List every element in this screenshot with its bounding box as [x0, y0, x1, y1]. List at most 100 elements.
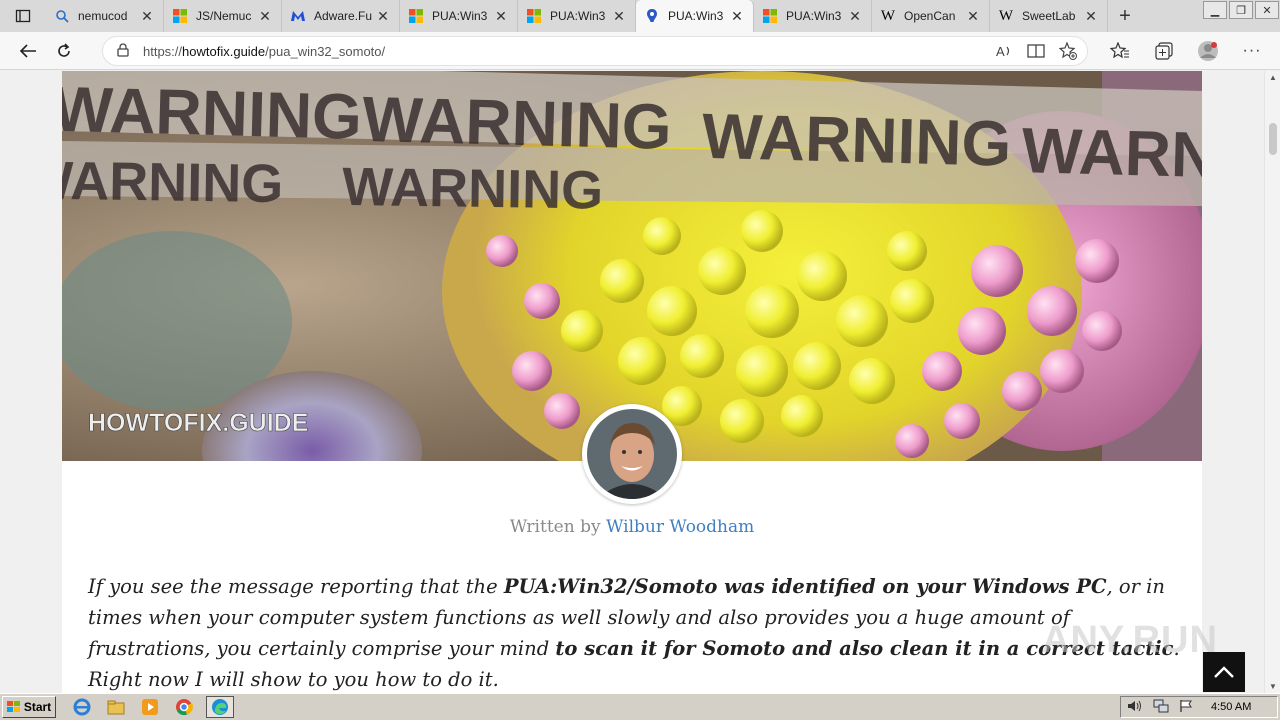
- url-host: howtofix.guide: [182, 43, 266, 59]
- tab-label: PUA:Win3: [432, 9, 488, 23]
- scroll-up-arrow-icon[interactable]: ▲: [1265, 73, 1280, 82]
- tab-label: Adware.Fu: [314, 9, 373, 23]
- collections-button[interactable]: [1142, 33, 1186, 69]
- scroll-down-arrow-icon[interactable]: ▼: [1265, 682, 1280, 691]
- taskbar: Start 4:50 AM: [0, 693, 1280, 720]
- window-controls: ▁ ❐ ✕: [1202, 0, 1280, 20]
- tab-strip: nemucod ✕ JS/Nemuc ✕ Adware.Fu ✕ PUA:Win…: [0, 0, 1280, 32]
- tab-6[interactable]: PUA:Win3 ✕: [754, 0, 872, 32]
- tab-label: nemucod: [78, 9, 128, 23]
- ie-icon[interactable]: [70, 696, 94, 718]
- microsoft-logo-icon: [172, 8, 188, 24]
- intro-paragraph: If you see the message reporting that th…: [88, 571, 1180, 693]
- tab-close-icon[interactable]: ✕: [611, 8, 627, 25]
- chrome-icon[interactable]: [172, 696, 196, 718]
- tab-label: PUA:Win3: [550, 9, 606, 23]
- tab-4[interactable]: PUA:Win3 ✕: [518, 0, 636, 32]
- back-button[interactable]: [10, 33, 46, 69]
- microsoft-logo-icon: [526, 8, 542, 24]
- tab-label: OpenCan: [904, 9, 956, 23]
- favorites-star-icon: [1110, 42, 1129, 59]
- svg-text:WARNING: WARNING: [1021, 114, 1202, 194]
- address-bar[interactable]: https://howtofix.guide/pua_win32_somoto/…: [102, 36, 1088, 66]
- tab-close-icon[interactable]: ✕: [965, 8, 981, 25]
- close-window-button[interactable]: ✕: [1255, 1, 1279, 19]
- svg-text:WARNING: WARNING: [62, 150, 284, 214]
- intro-text-1: If you see the message reporting that th…: [88, 575, 504, 598]
- profile-button[interactable]: [1186, 33, 1230, 69]
- refresh-icon: [58, 42, 70, 57]
- svg-text:A: A: [996, 44, 1005, 59]
- tab-close-icon[interactable]: ✕: [729, 8, 745, 25]
- explorer-folder-icon[interactable]: [104, 696, 128, 718]
- author-avatar[interactable]: [582, 404, 682, 504]
- maximize-button[interactable]: ❐: [1229, 1, 1253, 19]
- tab-close-icon[interactable]: ✕: [847, 8, 863, 25]
- svg-text:WARNING: WARNING: [361, 83, 672, 163]
- address-bar-actions: A: [995, 41, 1077, 63]
- wikipedia-icon: W: [998, 7, 1014, 24]
- settings-more-button[interactable]: ···: [1230, 33, 1274, 69]
- chevron-up-icon: [1214, 666, 1234, 678]
- immersive-reader-icon[interactable]: [1027, 42, 1045, 63]
- howtofix-pin-icon: [644, 8, 660, 24]
- lock-icon[interactable]: [117, 42, 129, 60]
- screen: nemucod ✕ JS/Nemuc ✕ Adware.Fu ✕ PUA:Win…: [0, 0, 1280, 720]
- byline-prefix: Written by: [509, 517, 601, 537]
- volume-icon[interactable]: [1127, 699, 1143, 716]
- address-toolbar: https://howtofix.guide/pua_win32_somoto/…: [0, 32, 1280, 70]
- tab-label: PUA:Win3: [668, 9, 724, 23]
- read-aloud-icon[interactable]: A: [995, 42, 1013, 63]
- tab-close-icon[interactable]: ✕: [375, 8, 391, 25]
- url-prefix: https://: [143, 43, 183, 59]
- tab-5-active[interactable]: PUA:Win3 ✕: [636, 0, 754, 32]
- svg-text:WARNING: WARNING: [342, 157, 604, 221]
- refresh-button[interactable]: [46, 33, 82, 69]
- svg-text:WARNING: WARNING: [701, 100, 1012, 180]
- new-tab-button[interactable]: +: [1108, 0, 1142, 32]
- network-icon[interactable]: [1153, 699, 1169, 716]
- favorites-button[interactable]: [1098, 33, 1142, 69]
- browser-actions: ···: [1098, 32, 1280, 70]
- clock: 4:50 AM: [1211, 701, 1252, 713]
- tab-7[interactable]: W OpenCan ✕: [872, 0, 990, 32]
- anyrun-watermark: ANY.RUN: [1042, 619, 1218, 661]
- plus-icon: +: [1119, 4, 1131, 27]
- add-favorite-icon[interactable]: [1058, 41, 1077, 63]
- article-card: WARNING WARNING WARNING WARNING WARNING …: [62, 71, 1202, 693]
- minimize-button[interactable]: ▁: [1203, 1, 1227, 19]
- start-button[interactable]: Start: [2, 696, 56, 718]
- tab-3[interactable]: PUA:Win3 ✕: [400, 0, 518, 32]
- microsoft-logo-icon: [762, 8, 778, 24]
- tab-0[interactable]: nemucod ✕: [46, 0, 164, 32]
- start-label: Start: [23, 700, 52, 714]
- hero-image: WARNING WARNING WARNING WARNING WARNING …: [62, 71, 1202, 461]
- collections-icon: [1155, 42, 1173, 60]
- tab-actions-icon: [15, 9, 31, 23]
- tab-close-icon[interactable]: ✕: [493, 8, 509, 25]
- url-path: /pua_win32_somoto/: [265, 43, 386, 59]
- system-tray: 4:50 AM: [1120, 696, 1278, 718]
- tab-1[interactable]: JS/Nemuc ✕: [164, 0, 282, 32]
- tab-label: SweetLab: [1022, 9, 1076, 23]
- tab-close-icon[interactable]: ✕: [1083, 8, 1099, 25]
- scrollbar-thumb[interactable]: [1269, 123, 1277, 155]
- tab-close-icon[interactable]: ✕: [139, 8, 155, 25]
- back-to-top-button[interactable]: [1203, 652, 1245, 692]
- malwarebytes-icon: [290, 8, 306, 24]
- tab-actions-button[interactable]: [0, 0, 46, 32]
- edge-taskbar-icon[interactable]: [206, 696, 234, 718]
- wikipedia-icon: W: [880, 7, 896, 24]
- author-link[interactable]: Wilbur Woodham: [606, 517, 754, 537]
- back-arrow-icon: [19, 43, 36, 58]
- intro-bold-1: PUA:Win32/Somoto was identified on your …: [503, 575, 1107, 598]
- media-player-icon[interactable]: [138, 696, 162, 718]
- microsoft-logo-icon: [408, 8, 424, 24]
- page-scrollbar[interactable]: ▲ ▼: [1264, 71, 1280, 693]
- action-center-flag-icon[interactable]: [1179, 699, 1193, 716]
- profile-avatar-icon: [1198, 41, 1218, 61]
- tab-close-icon[interactable]: ✕: [257, 8, 273, 25]
- tab-8[interactable]: W SweetLab ✕: [990, 0, 1108, 32]
- tab-2[interactable]: Adware.Fu ✕: [282, 0, 400, 32]
- byline: Written by Wilbur Woodham: [62, 517, 1202, 537]
